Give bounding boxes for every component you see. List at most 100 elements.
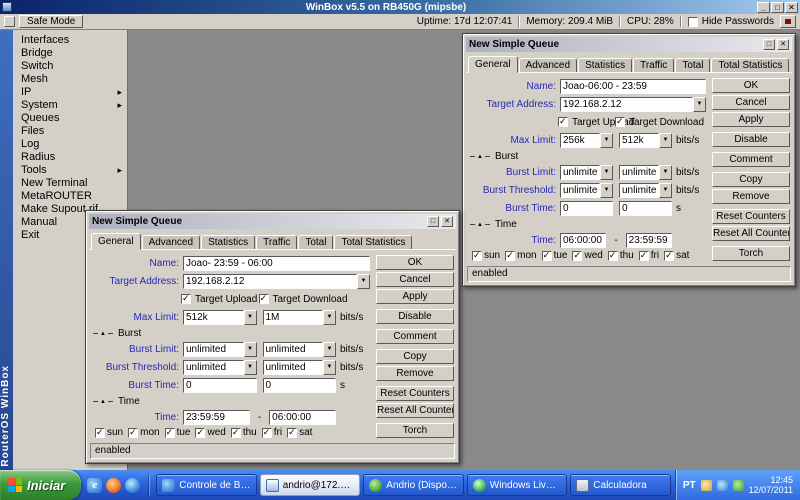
close-button[interactable] bbox=[785, 2, 798, 13]
dialog-close-button[interactable] bbox=[777, 39, 789, 50]
apply-button[interactable]: Apply bbox=[376, 289, 454, 304]
sidebar-item-mesh[interactable]: Mesh bbox=[13, 73, 127, 86]
day-sun-checkbox[interactable]: sun bbox=[472, 250, 500, 261]
dropdown-arrow-icon[interactable] bbox=[323, 342, 336, 357]
sidebar-item-new-terminal[interactable]: New Terminal bbox=[13, 177, 127, 190]
cancel-button[interactable]: Cancel bbox=[712, 95, 790, 110]
target-address-input[interactable] bbox=[560, 97, 693, 112]
sidebar-item-metarouter[interactable]: MetaROUTER bbox=[13, 190, 127, 203]
maximize-button[interactable] bbox=[771, 2, 784, 13]
reset-counters-button[interactable]: Reset Counters bbox=[712, 209, 790, 224]
day-fri-checkbox[interactable]: fri bbox=[639, 250, 659, 261]
tab-general[interactable]: General bbox=[468, 56, 518, 73]
torch-button[interactable]: Torch bbox=[712, 246, 790, 261]
sidebar-item-bridge[interactable]: Bridge bbox=[13, 47, 127, 60]
day-mon-checkbox[interactable]: mon bbox=[128, 427, 159, 438]
sidebar-item-files[interactable]: Files bbox=[13, 125, 127, 138]
burst-threshold-download-input[interactable] bbox=[263, 360, 324, 375]
dropdown-arrow-icon[interactable] bbox=[600, 133, 613, 148]
reset-all-counters-button[interactable]: Reset All Counters bbox=[376, 403, 454, 418]
apply-button[interactable]: Apply bbox=[712, 112, 790, 127]
tab-statistics[interactable]: Statistics bbox=[578, 58, 632, 72]
checkbox-icon[interactable] bbox=[181, 294, 191, 304]
burst-limit-upload-input[interactable] bbox=[183, 342, 244, 357]
dropdown-arrow-icon[interactable] bbox=[244, 360, 257, 375]
checkbox-icon[interactable] bbox=[165, 428, 175, 438]
dropdown-arrow-icon[interactable] bbox=[244, 310, 257, 325]
volume-icon[interactable] bbox=[701, 480, 712, 491]
sidebar-item-log[interactable]: Log bbox=[13, 138, 127, 151]
checkbox-icon[interactable] bbox=[262, 428, 272, 438]
language-indicator[interactable]: PT bbox=[683, 480, 696, 491]
task-winbox-active[interactable]: andrio@172.24.30... bbox=[260, 474, 361, 496]
remove-button[interactable]: Remove bbox=[712, 189, 790, 204]
day-tue-checkbox[interactable]: tue bbox=[165, 427, 191, 438]
dialog-close-button[interactable] bbox=[441, 216, 453, 227]
burst-section-header[interactable]: Burst bbox=[91, 327, 370, 339]
disable-button[interactable]: Disable bbox=[712, 132, 790, 147]
target-download-checkbox[interactable]: Target Download bbox=[259, 294, 337, 305]
burst-limit-upload-input[interactable] bbox=[560, 165, 600, 180]
cancel-button[interactable]: Cancel bbox=[376, 272, 454, 287]
tab-traffic[interactable]: Traffic bbox=[256, 235, 297, 249]
time-from-input[interactable] bbox=[560, 233, 606, 248]
max-limit-upload-input[interactable] bbox=[560, 133, 600, 148]
task-controle-de-banda[interactable]: Controle de Banda p... bbox=[156, 474, 257, 496]
day-tue-checkbox[interactable]: tue bbox=[542, 250, 568, 261]
checkbox-icon[interactable] bbox=[128, 428, 138, 438]
day-sun-checkbox[interactable]: sun bbox=[95, 427, 123, 438]
minimize-button[interactable] bbox=[757, 2, 770, 13]
time-to-input[interactable] bbox=[626, 233, 672, 248]
target-address-input[interactable] bbox=[183, 274, 357, 289]
hide-passwords-checkbox[interactable]: Hide Passwords bbox=[688, 16, 774, 27]
day-thu-checkbox[interactable]: thu bbox=[231, 427, 257, 438]
tab-traffic[interactable]: Traffic bbox=[633, 58, 674, 72]
ok-button[interactable]: OK bbox=[712, 78, 790, 93]
dialog-pin-button[interactable] bbox=[763, 39, 775, 50]
media-player-icon[interactable] bbox=[125, 478, 140, 493]
dropdown-arrow-icon[interactable] bbox=[600, 183, 613, 198]
day-mon-checkbox[interactable]: mon bbox=[505, 250, 536, 261]
sidebar-item-system[interactable]: System bbox=[13, 99, 127, 112]
dropdown-arrow-icon[interactable] bbox=[659, 165, 672, 180]
start-button[interactable]: Iniciar bbox=[0, 470, 81, 500]
burst-limit-download-input[interactable] bbox=[263, 342, 324, 357]
tab-advanced[interactable]: Advanced bbox=[142, 235, 200, 249]
dropdown-arrow-icon[interactable] bbox=[659, 183, 672, 198]
comment-button[interactable]: Comment bbox=[376, 329, 454, 344]
checkbox-icon[interactable] bbox=[195, 428, 205, 438]
checkbox-icon[interactable] bbox=[259, 294, 269, 304]
checkbox-icon[interactable] bbox=[608, 251, 618, 261]
tab-statistics[interactable]: Statistics bbox=[201, 235, 255, 249]
checkbox-icon[interactable] bbox=[558, 117, 568, 127]
checkbox-icon[interactable] bbox=[287, 428, 297, 438]
dropdown-arrow-icon[interactable] bbox=[244, 342, 257, 357]
day-wed-checkbox[interactable]: wed bbox=[195, 427, 225, 438]
messenger-tray-icon[interactable] bbox=[733, 480, 744, 491]
burst-threshold-download-input[interactable] bbox=[619, 183, 659, 198]
torch-button[interactable]: Torch bbox=[376, 423, 454, 438]
name-input[interactable] bbox=[183, 256, 370, 271]
dropdown-arrow-icon[interactable] bbox=[323, 360, 336, 375]
burst-threshold-upload-input[interactable] bbox=[183, 360, 244, 375]
dialog-pin-button[interactable] bbox=[427, 216, 439, 227]
dropdown-arrow-icon[interactable] bbox=[600, 165, 613, 180]
burst-limit-download-input[interactable] bbox=[619, 165, 659, 180]
dropdown-arrow-icon[interactable] bbox=[357, 274, 370, 289]
checkbox-icon[interactable] bbox=[472, 251, 482, 261]
task-messenger-status[interactable]: Andrio (Disponível) bbox=[363, 474, 464, 496]
dialog-titlebar[interactable]: New Simple Queue bbox=[466, 37, 792, 52]
name-input[interactable] bbox=[560, 79, 706, 94]
target-upload-checkbox[interactable]: Target Upload bbox=[558, 117, 615, 128]
tab-total[interactable]: Total bbox=[298, 235, 333, 249]
burst-section-header[interactable]: Burst bbox=[468, 150, 706, 162]
checkbox-icon[interactable] bbox=[688, 17, 698, 27]
day-sat-checkbox[interactable]: sat bbox=[664, 250, 689, 261]
burst-time-upload-input[interactable] bbox=[560, 201, 613, 216]
checkbox-icon[interactable] bbox=[639, 251, 649, 261]
time-to-input[interactable] bbox=[269, 410, 336, 425]
max-limit-upload-input[interactable] bbox=[183, 310, 244, 325]
burst-threshold-upload-input[interactable] bbox=[560, 183, 600, 198]
sidebar-item-switch[interactable]: Switch bbox=[13, 60, 127, 73]
burst-time-download-input[interactable] bbox=[619, 201, 672, 216]
